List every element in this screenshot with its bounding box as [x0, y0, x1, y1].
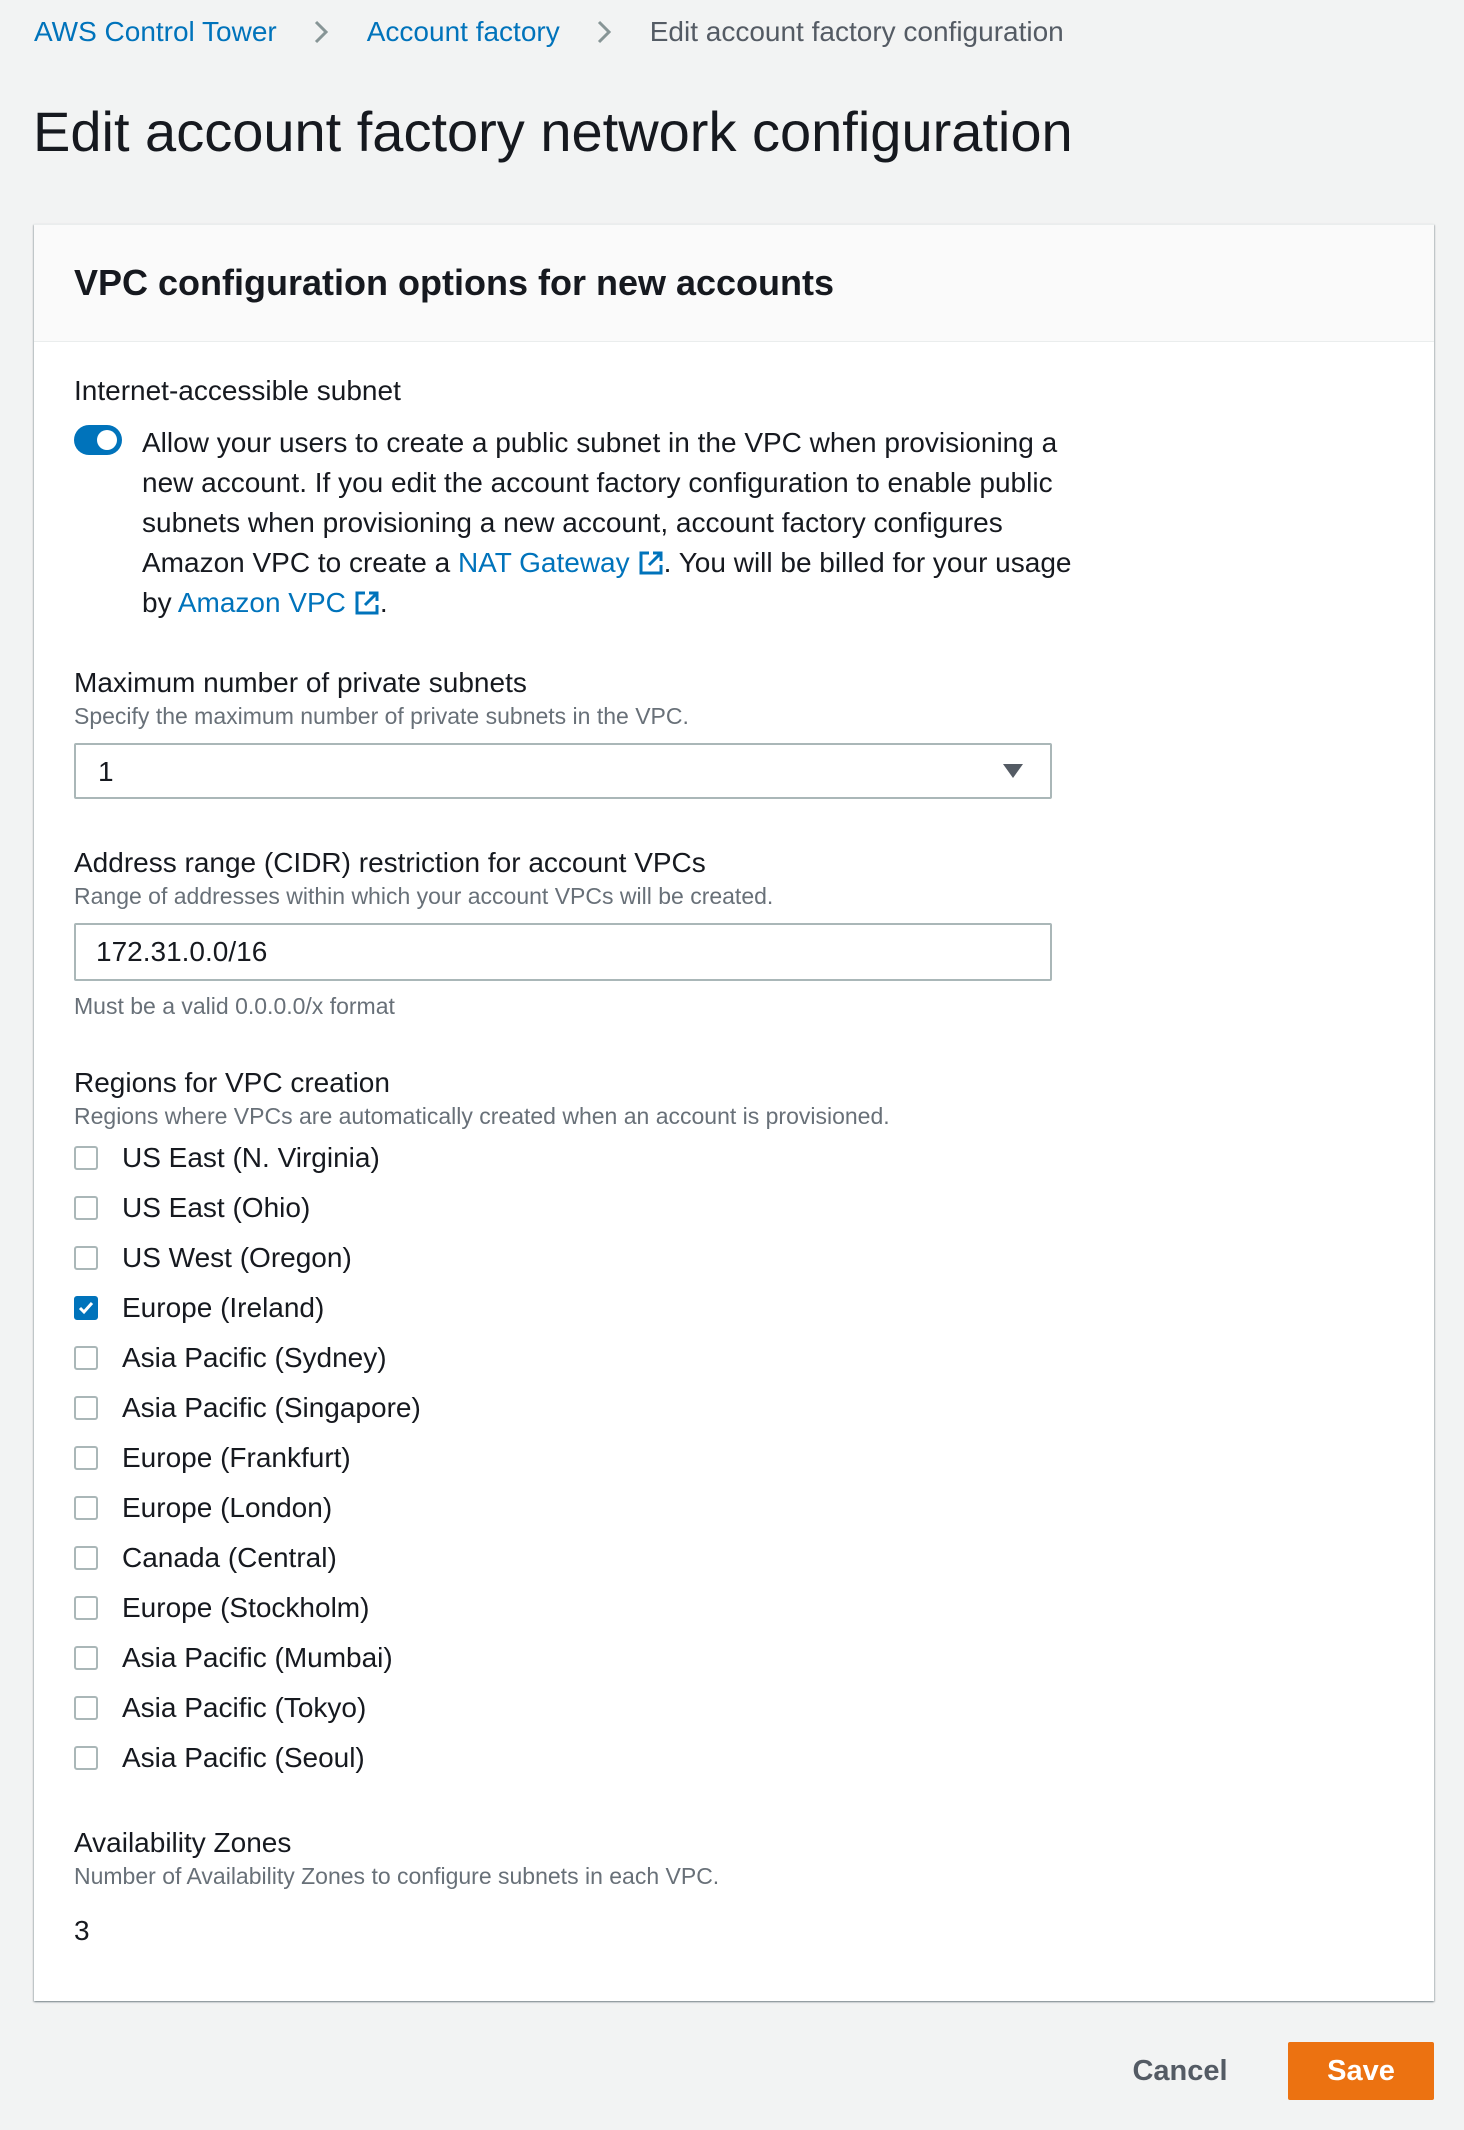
- region-label: Canada (Central): [122, 1542, 337, 1573]
- save-button[interactable]: Save: [1288, 2042, 1434, 2100]
- region-checkbox-item[interactable]: Europe (Ireland): [74, 1283, 324, 1333]
- region-label: US West (Oregon): [122, 1242, 352, 1273]
- breadcrumb-aws-control-tower[interactable]: AWS Control Tower: [34, 14, 277, 50]
- region-label: Europe (London): [122, 1492, 333, 1523]
- checkmark-icon: [78, 1302, 94, 1315]
- page-title: Edit account factory network configurati…: [33, 100, 1073, 163]
- region-checkbox-item[interactable]: Asia Pacific (Seoul): [74, 1733, 365, 1783]
- checkbox[interactable]: [74, 1596, 98, 1620]
- breadcrumb-account-factory[interactable]: Account factory: [367, 14, 560, 50]
- region-checkbox-item[interactable]: Europe (Frankfurt): [74, 1433, 351, 1483]
- region-checkbox-item[interactable]: Europe (Stockholm): [74, 1583, 369, 1633]
- cidr-constraint: Must be a valid 0.0.0.0/x format: [74, 993, 395, 1019]
- region-label: Europe (Ireland): [122, 1292, 325, 1323]
- region-label: US East (Ohio): [122, 1192, 311, 1223]
- cancel-button[interactable]: Cancel: [1118, 2042, 1242, 2100]
- checkbox[interactable]: [74, 1396, 98, 1420]
- cidr-label: Address range (CIDR) restriction for acc…: [74, 847, 706, 878]
- checkbox[interactable]: [74, 1346, 98, 1370]
- regions-description: Regions where VPCs are automatically cre…: [74, 1103, 890, 1129]
- chevron-right-icon: [584, 14, 626, 50]
- checkbox[interactable]: [74, 1296, 98, 1320]
- region-checkbox-item[interactable]: Canada (Central): [74, 1533, 337, 1583]
- description-text-3: .: [379, 587, 388, 618]
- region-label: Asia Pacific (Tokyo): [122, 1692, 367, 1723]
- region-checkbox-item[interactable]: Asia Pacific (Tokyo): [74, 1683, 366, 1733]
- internet-subnet-description: Allow your users to create a public subn…: [142, 423, 1082, 623]
- region-label: Asia Pacific (Singapore): [122, 1392, 421, 1423]
- nat-gateway-link-label: NAT Gateway: [457, 547, 630, 578]
- region-label: Europe (Frankfurt): [122, 1442, 351, 1473]
- region-label: Asia Pacific (Sydney): [122, 1342, 387, 1373]
- breadcrumb: AWS Control Tower Account factory Edit a…: [34, 14, 1064, 50]
- vpc-config-container: VPC configuration options for new accoun…: [34, 224, 1434, 2001]
- private-subnets-selected-value: 1: [98, 756, 114, 787]
- availability-zones-label: Availability Zones: [74, 1827, 292, 1858]
- availability-zones-value: 3: [74, 1915, 90, 1946]
- checkbox[interactable]: [74, 1746, 98, 1770]
- region-label: Europe (Stockholm): [122, 1592, 370, 1623]
- region-label: Asia Pacific (Seoul): [122, 1742, 365, 1773]
- private-subnets-description: Specify the maximum number of private su…: [74, 703, 689, 729]
- checkbox[interactable]: [74, 1546, 98, 1570]
- toggle-knob: [97, 430, 117, 450]
- checkbox[interactable]: [74, 1196, 98, 1220]
- availability-zones-description: Number of Availability Zones to configur…: [74, 1863, 720, 1889]
- private-subnets-label: Maximum number of private subnets: [74, 667, 527, 698]
- region-checkbox-item[interactable]: US West (Oregon): [74, 1233, 352, 1283]
- caret-down-icon: [1003, 764, 1023, 778]
- region-checkbox-item[interactable]: Asia Pacific (Mumbai): [74, 1633, 393, 1683]
- region-label: Asia Pacific (Mumbai): [122, 1642, 393, 1673]
- checkbox[interactable]: [74, 1446, 98, 1470]
- checkbox[interactable]: [74, 1496, 98, 1520]
- external-link-icon: [639, 551, 663, 575]
- checkbox[interactable]: [74, 1646, 98, 1670]
- breadcrumb-current: Edit account factory configuration: [649, 16, 1064, 47]
- amazon-vpc-link-label: Amazon VPC: [177, 587, 346, 618]
- container-header: VPC configuration options for new accoun…: [34, 225, 1434, 342]
- internet-subnet-toggle[interactable]: [74, 425, 122, 455]
- cidr-input[interactable]: [74, 923, 1052, 981]
- region-checkbox-item[interactable]: Europe (London): [74, 1483, 332, 1533]
- page: AWS Control Tower Account factory Edit a…: [0, 0, 1464, 2130]
- regions-label: Regions for VPC creation: [74, 1067, 390, 1098]
- cidr-description: Range of addresses within which your acc…: [74, 883, 774, 909]
- amazon-vpc-link[interactable]: Amazon VPC: [178, 587, 380, 618]
- chevron-right-icon: [301, 14, 343, 50]
- checkbox[interactable]: [74, 1246, 98, 1270]
- region-checkbox-item[interactable]: Asia Pacific (Sydney): [74, 1333, 387, 1383]
- nat-gateway-link[interactable]: NAT Gateway: [458, 547, 664, 578]
- region-checkbox-item[interactable]: US East (Ohio): [74, 1183, 310, 1233]
- external-link-icon: [355, 591, 379, 615]
- region-checkbox-item[interactable]: Asia Pacific (Singapore): [74, 1383, 421, 1433]
- checkbox[interactable]: [74, 1146, 98, 1170]
- internet-subnet-label: Internet-accessible subnet: [74, 375, 401, 406]
- private-subnets-select[interactable]: 1: [74, 743, 1052, 799]
- container-title: VPC configuration options for new accoun…: [74, 262, 835, 303]
- region-label: US East (N. Virginia): [122, 1142, 380, 1173]
- region-checkbox-item[interactable]: US East (N. Virginia): [74, 1133, 380, 1183]
- checkbox[interactable]: [74, 1696, 98, 1720]
